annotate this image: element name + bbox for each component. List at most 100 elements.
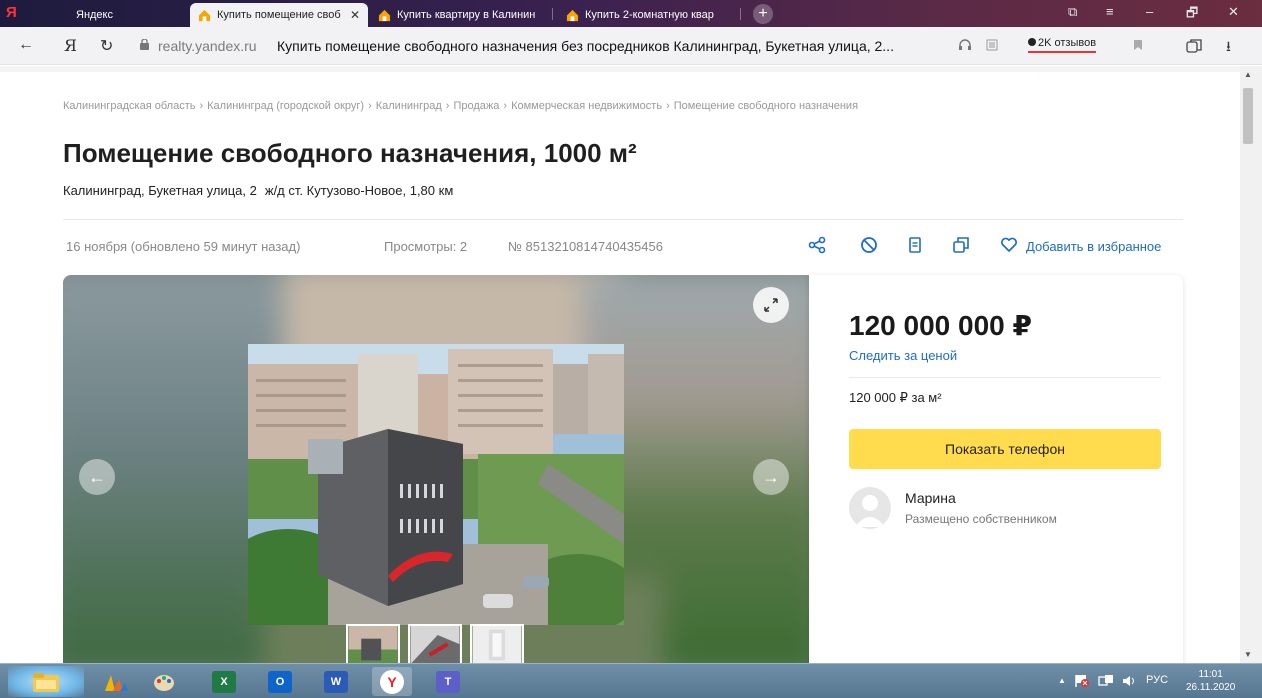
thumbnail-3[interactable] <box>470 624 524 663</box>
address-text[interactable]: Калининград, Букетная улица, 2 <box>63 183 257 198</box>
heart-icon[interactable] <box>1000 236 1018 254</box>
excel-icon: X <box>212 670 236 693</box>
clock-date: 26.11.2020 <box>1186 682 1236 693</box>
show-phone-label: Показать телефон <box>945 441 1065 457</box>
tab-apartment-kaliningrad[interactable]: Купить квартиру в Калинин <box>372 3 552 27</box>
close-window-icon[interactable]: ✕ <box>1228 4 1239 20</box>
system-clock[interactable]: 11:01 26.11.2020 <box>1186 668 1235 694</box>
house-favicon-icon <box>566 9 579 21</box>
copy-icon[interactable] <box>952 236 970 254</box>
tab-2-room-apartment[interactable]: Купить 2-комнатную квар <box>560 3 740 27</box>
tab-label: Купить 2-комнатную квар <box>585 9 714 21</box>
close-tab-icon[interactable]: ✕ <box>350 8 360 22</box>
scroll-down-icon[interactable]: ▼ <box>1244 650 1252 659</box>
clock-time: 11:01 <box>1198 669 1223 680</box>
tab-separator <box>740 8 741 20</box>
header-strip <box>0 66 1240 72</box>
share-icon[interactable] <box>808 236 826 254</box>
taskbar-explorer[interactable] <box>26 667 66 696</box>
taskbar-paint[interactable] <box>144 667 184 696</box>
breadcrumb-separator: › <box>445 100 450 112</box>
scrollbar[interactable]: ▲ ▼ <box>1240 66 1262 663</box>
word-icon: W <box>324 670 348 693</box>
station-text: ж/д ст. Кутузово-Новое, 1,80 км <box>264 183 454 198</box>
photo-gallery[interactable]: ← → <box>63 275 809 663</box>
main-photo[interactable] <box>248 344 624 625</box>
arrow-right-icon: → <box>762 466 780 487</box>
scroll-up-icon[interactable]: ▲ <box>1244 70 1252 79</box>
lock-icon[interactable] <box>140 39 149 50</box>
yandex-home-icon[interactable]: Я <box>64 36 77 55</box>
house-favicon-icon <box>198 9 211 21</box>
menu-icon[interactable]: ≡ <box>1106 4 1114 19</box>
network-icon[interactable] <box>1098 674 1114 688</box>
scrollbar-thumb[interactable] <box>1243 88 1253 144</box>
breadcrumb-separator: › <box>199 100 204 112</box>
yandex-logo-icon[interactable]: Я <box>6 4 22 22</box>
reviews-badge[interactable]: 2K отзывов <box>1028 37 1097 53</box>
taskbar-yandex-browser[interactable]: Y <box>372 667 412 696</box>
breadcrumb-item[interactable]: Коммерческая недвижимость <box>511 100 662 112</box>
tab-label: Яндекс <box>76 9 113 21</box>
action-center-flag-icon[interactable] <box>1074 674 1090 688</box>
back-icon[interactable]: ← <box>18 36 34 54</box>
url-domain[interactable]: realty.yandex.ru <box>158 38 257 54</box>
show-phone-button[interactable]: Показать телефон <box>849 429 1161 469</box>
bookmark-icon[interactable] <box>1133 39 1143 51</box>
windows-taskbar: X O W Y T ▲ РУС 11:01 26.11.2020 <box>0 663 1262 698</box>
show-hidden-icons[interactable]: ▲ <box>1058 676 1066 685</box>
breadcrumb-item[interactable]: Калининградская область <box>63 100 195 112</box>
breadcrumb-item[interactable]: Калининград (городской округ) <box>207 100 364 112</box>
breadcrumb-item[interactable]: Продажа <box>453 100 499 112</box>
taskbar-word[interactable]: W <box>316 667 356 696</box>
new-tab-button[interactable]: + <box>753 4 773 24</box>
listing-id: № 8513210814740435456 <box>508 239 663 254</box>
taskbar-excel[interactable]: X <box>204 667 244 696</box>
taskbar-outlook[interactable]: O <box>260 667 300 696</box>
publish-date: 16 ноября (обновлено 59 минут назад) <box>66 239 301 254</box>
next-photo-button[interactable]: → <box>753 459 789 495</box>
prev-photo-button[interactable]: ← <box>79 459 115 495</box>
tab-yandex[interactable]: Яндекс <box>62 3 182 27</box>
breadcrumb-item[interactable]: Помещение свободного назначения <box>674 100 858 112</box>
outlook-icon: O <box>268 670 292 693</box>
downloads-icon[interactable]: ⭳ <box>1226 36 1231 60</box>
yandex-browser-icon: Y <box>380 669 404 694</box>
tab-label: Купить помещение своб <box>217 9 341 21</box>
address-bar: ← Я ↻ realty.yandex.ru Купить помещение … <box>0 27 1262 65</box>
taskbar-chart-app[interactable] <box>96 667 136 696</box>
user-icon <box>855 495 885 527</box>
reviews-label: 2K отзывов <box>1038 37 1097 49</box>
headphones-icon[interactable] <box>958 39 972 51</box>
hide-listing-icon[interactable] <box>860 236 878 254</box>
breadcrumb: Калининградская область › Калининград (гор… <box>63 100 858 112</box>
restore-icon[interactable]: 🗗 <box>1186 4 1198 26</box>
reload-icon[interactable]: ↻ <box>100 36 113 56</box>
seller-name[interactable]: Марина <box>905 490 956 506</box>
divider <box>849 377 1161 378</box>
thumbnail-2[interactable] <box>408 624 462 663</box>
page-title: Помещение свободного назначения, 1000 м² <box>63 138 637 168</box>
house-favicon-icon <box>378 9 391 21</box>
follow-price-link[interactable]: Следить за ценой <box>849 348 957 363</box>
url-page-title[interactable]: Купить помещение свободного назначения б… <box>277 38 894 54</box>
tab-active[interactable]: Купить помещение своб ✕ <box>190 3 368 27</box>
breadcrumb-item[interactable]: Калининград <box>376 100 442 112</box>
language-indicator[interactable]: РУС <box>1146 674 1168 686</box>
taskbar-teams[interactable]: T <box>428 667 468 696</box>
expand-button[interactable] <box>753 287 789 323</box>
volume-icon[interactable] <box>1122 674 1138 688</box>
tabs-list-icon[interactable]: ⧉ <box>1068 4 1077 20</box>
note-icon[interactable] <box>906 236 924 254</box>
collections-icon[interactable] <box>1186 39 1202 53</box>
reader-mode-icon[interactable] <box>986 39 998 51</box>
thumbnail-1[interactable] <box>346 624 400 663</box>
folder-icon <box>33 672 59 692</box>
avatar <box>849 487 891 529</box>
price: 120 000 000 ₽ <box>849 310 1032 341</box>
add-to-favorites-link[interactable]: Добавить в избранное <box>1026 239 1161 254</box>
listing-address: Калининград, Букетная улица, 2 ж/д ст. Ку… <box>63 183 453 198</box>
minimize-icon[interactable]: – <box>1146 4 1153 19</box>
divider <box>63 219 1183 220</box>
chat-bubble-icon <box>1028 38 1036 46</box>
